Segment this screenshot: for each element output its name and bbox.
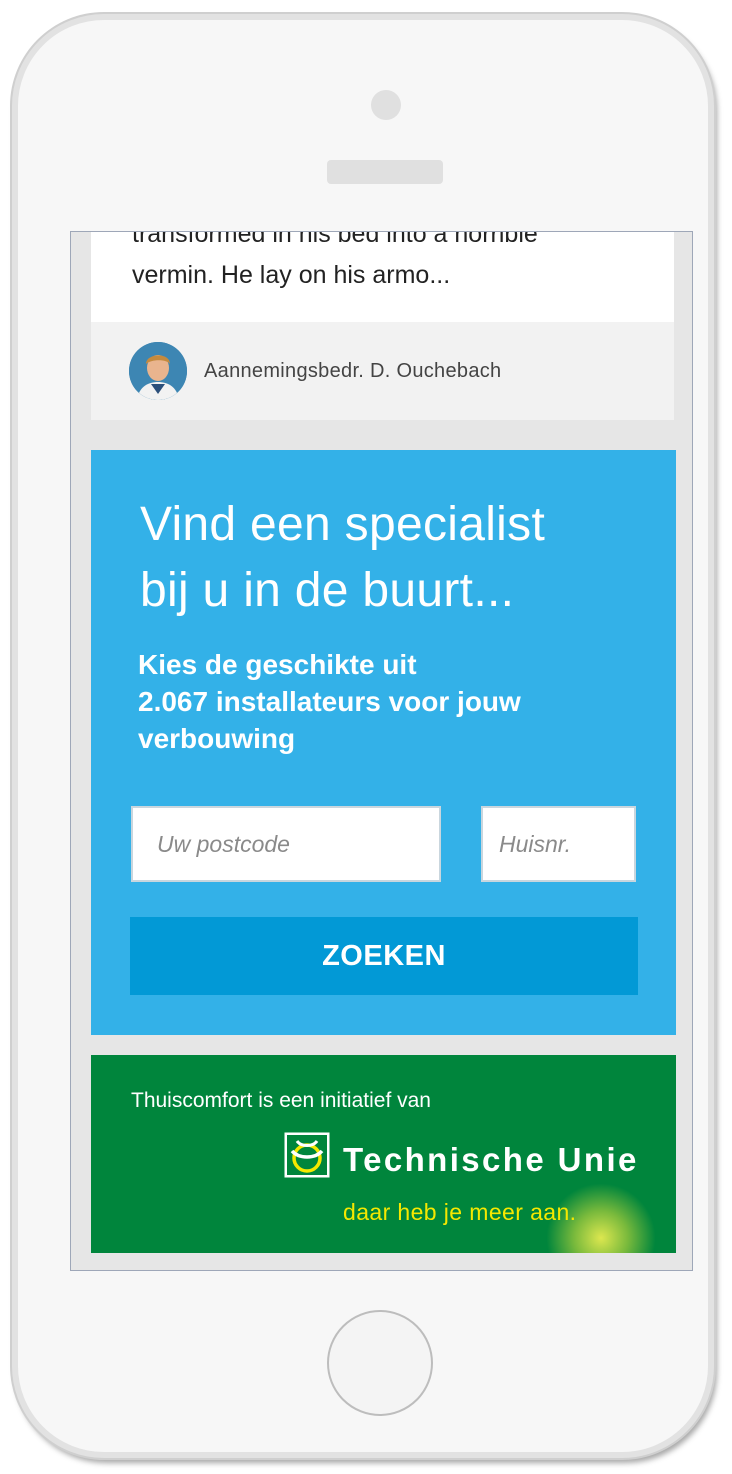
search-subline: Kies de geschikte uit 2.067 installateur…: [138, 649, 521, 754]
house-number-input[interactable]: [481, 806, 636, 882]
brand-slogan: daar heb je meer aan.: [343, 1199, 577, 1225]
article-footer: Aannemingsbedr. D. Ouchebach: [91, 322, 674, 420]
avatar-photo-icon: [129, 342, 187, 400]
earpiece-speaker: [327, 160, 443, 184]
brand-name: Technische Unie: [343, 1141, 639, 1178]
article-excerpt: transformed in his bed into a horrible v…: [132, 231, 538, 289]
front-camera: [371, 90, 401, 120]
article-card[interactable]: transformed in his bed into a horrible v…: [91, 232, 674, 420]
postcode-input[interactable]: [131, 806, 441, 882]
search-headline: Vind een specialist bij u in de buurt...: [140, 498, 546, 617]
article-author: Aannemingsbedr. D. Ouchebach: [204, 360, 502, 382]
phone-frame: transformed in his bed into a horrible v…: [12, 14, 714, 1458]
initiative-text: Thuiscomfort is een initiatief van: [131, 1089, 431, 1112]
screen: transformed in his bed into a horrible v…: [70, 231, 693, 1271]
specialist-search-panel: Vind een specialist bij u in de buurt...…: [91, 450, 676, 1035]
search-button[interactable]: ZOEKEN: [130, 917, 638, 995]
home-button[interactable]: [327, 1310, 433, 1416]
initiative-banner[interactable]: Thuiscomfort is een initiatief van Techn…: [91, 1055, 676, 1253]
avatar: [129, 342, 187, 400]
technische-unie-logo-icon: [284, 1132, 330, 1178]
